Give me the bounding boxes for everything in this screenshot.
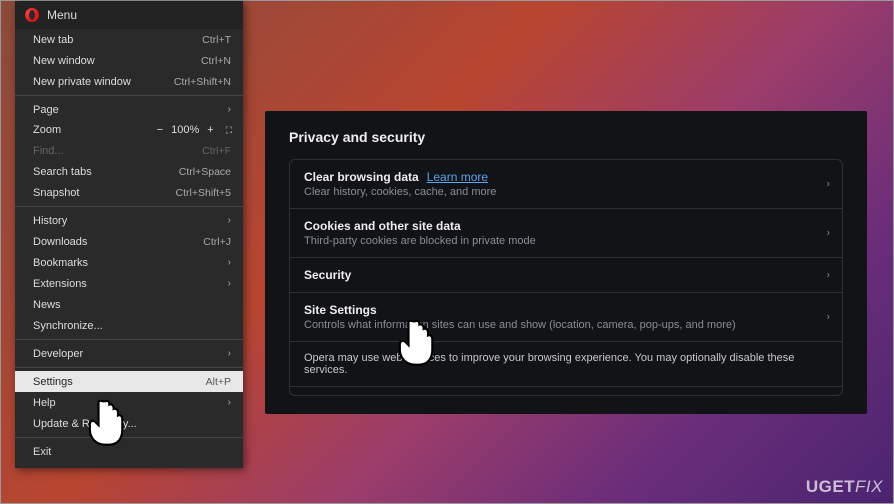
menu-item-history[interactable]: History ›	[15, 210, 243, 231]
menu-item-zoom: Zoom − 100% + ⛶	[15, 120, 243, 140]
menu-label: New tab	[33, 34, 73, 46]
privacy-settings-panel: Privacy and security Clear browsing data…	[265, 111, 867, 414]
menu-label: Help	[33, 397, 56, 409]
menu-label: Search tabs	[33, 166, 92, 178]
menu-item-new-tab[interactable]: New tab Ctrl+T	[15, 29, 243, 50]
menu-label: Find...	[33, 145, 64, 157]
menu-label: Settings	[33, 376, 73, 388]
learn-more-link[interactable]: Learn more	[427, 170, 488, 184]
menu-label: Update & Recovery...	[33, 418, 137, 430]
menu-label: History	[33, 215, 67, 227]
menu-item-downloads[interactable]: Downloads Ctrl+J	[15, 231, 243, 252]
opera-main-menu: Menu New tab Ctrl+T New window Ctrl+N Ne…	[15, 1, 243, 468]
menu-label: New window	[33, 55, 95, 67]
menu-item-search-tabs[interactable]: Search tabs Ctrl+Space	[15, 161, 243, 182]
menu-separator	[15, 206, 243, 207]
menu-label: Developer	[33, 348, 83, 360]
chevron-right-icon: ›	[228, 257, 231, 268]
setting-site-settings[interactable]: Site Settings Controls what information …	[290, 293, 842, 342]
setting-title: Clear browsing data	[304, 170, 419, 184]
menu-item-find[interactable]: Find... Ctrl+F	[15, 140, 243, 161]
chevron-right-icon: ›	[228, 397, 231, 408]
fullscreen-icon[interactable]: ⛶	[226, 125, 231, 136]
chevron-right-icon: ›	[228, 215, 231, 226]
menu-item-exit[interactable]: Exit	[15, 441, 243, 462]
setting-cookies[interactable]: Cookies and other site data Third-party …	[290, 209, 842, 258]
zoom-in-button[interactable]: +	[203, 124, 217, 136]
chevron-right-icon: ›	[228, 104, 231, 115]
menu-label: Extensions	[33, 278, 87, 290]
shortcut-text: Ctrl+N	[201, 55, 231, 67]
menu-label: Page	[33, 104, 59, 116]
shortcut-text: Ctrl+F	[202, 145, 231, 157]
menu-item-help[interactable]: Help ›	[15, 392, 243, 413]
menu-separator	[15, 95, 243, 96]
shortcut-text: Ctrl+T	[202, 34, 231, 46]
chevron-right-icon: ›	[827, 312, 830, 323]
section-title: Privacy and security	[289, 129, 843, 145]
menu-label: Synchronize...	[33, 320, 103, 332]
menu-item-new-window[interactable]: New window Ctrl+N	[15, 50, 243, 71]
chevron-right-icon: ›	[827, 179, 830, 190]
menu-item-snapshot[interactable]: Snapshot Ctrl+Shift+5	[15, 182, 243, 203]
menu-separator	[15, 367, 243, 368]
menu-item-new-private[interactable]: New private window Ctrl+Shift+N	[15, 71, 243, 92]
settings-info-text: Opera may use web services to improve yo…	[290, 342, 842, 387]
menu-item-bookmarks[interactable]: Bookmarks ›	[15, 252, 243, 273]
menu-separator	[15, 437, 243, 438]
shortcut-text: Ctrl+Space	[179, 166, 231, 178]
menu-item-extensions[interactable]: Extensions ›	[15, 273, 243, 294]
menu-item-developer[interactable]: Developer ›	[15, 343, 243, 364]
setting-desc: Clear history, cookies, cache, and more	[304, 186, 828, 198]
menu-title: Menu	[47, 8, 77, 22]
setting-security[interactable]: Security ›	[290, 258, 842, 293]
chevron-right-icon: ›	[827, 228, 830, 239]
menu-item-update[interactable]: Update & Recovery...	[15, 413, 243, 434]
chevron-right-icon: ›	[228, 348, 231, 359]
setting-title: Site Settings	[304, 303, 377, 317]
menu-label: News	[33, 299, 61, 311]
setting-desc: Controls what information sites can use …	[304, 319, 828, 331]
setting-desc: Third-party cookies are blocked in priva…	[304, 235, 828, 247]
menu-separator	[15, 339, 243, 340]
setting-title: Cookies and other site data	[304, 219, 461, 233]
chevron-right-icon: ›	[228, 278, 231, 289]
watermark-light: FIX	[855, 477, 883, 496]
shortcut-text: Ctrl+Shift+N	[174, 76, 231, 88]
setting-clear-browsing-data[interactable]: Clear browsing data Learn more Clear his…	[290, 160, 842, 209]
menu-item-news[interactable]: News	[15, 294, 243, 315]
zoom-value: 100%	[171, 124, 199, 136]
watermark-text: UGETFIX	[806, 477, 883, 497]
shortcut-text: Ctrl+Shift+5	[176, 187, 231, 199]
menu-header: Menu	[15, 1, 243, 29]
menu-item-settings[interactable]: Settings Alt+P	[15, 371, 243, 392]
watermark-bold: UGET	[806, 477, 855, 496]
settings-group: Clear browsing data Learn more Clear his…	[289, 159, 843, 396]
opera-logo-icon	[25, 8, 39, 22]
menu-label: New private window	[33, 76, 131, 88]
menu-item-synchronize[interactable]: Synchronize...	[15, 315, 243, 336]
menu-label: Zoom	[33, 124, 61, 136]
menu-label: Exit	[33, 446, 51, 458]
shortcut-text: Ctrl+J	[203, 236, 231, 248]
setting-title: Security	[304, 268, 351, 282]
zoom-out-button[interactable]: −	[153, 124, 167, 136]
menu-label: Bookmarks	[33, 257, 88, 269]
menu-label: Downloads	[33, 236, 87, 248]
shortcut-text: Alt+P	[206, 376, 231, 388]
chevron-right-icon: ›	[827, 270, 830, 281]
menu-label: Snapshot	[33, 187, 79, 199]
menu-item-page[interactable]: Page ›	[15, 99, 243, 120]
